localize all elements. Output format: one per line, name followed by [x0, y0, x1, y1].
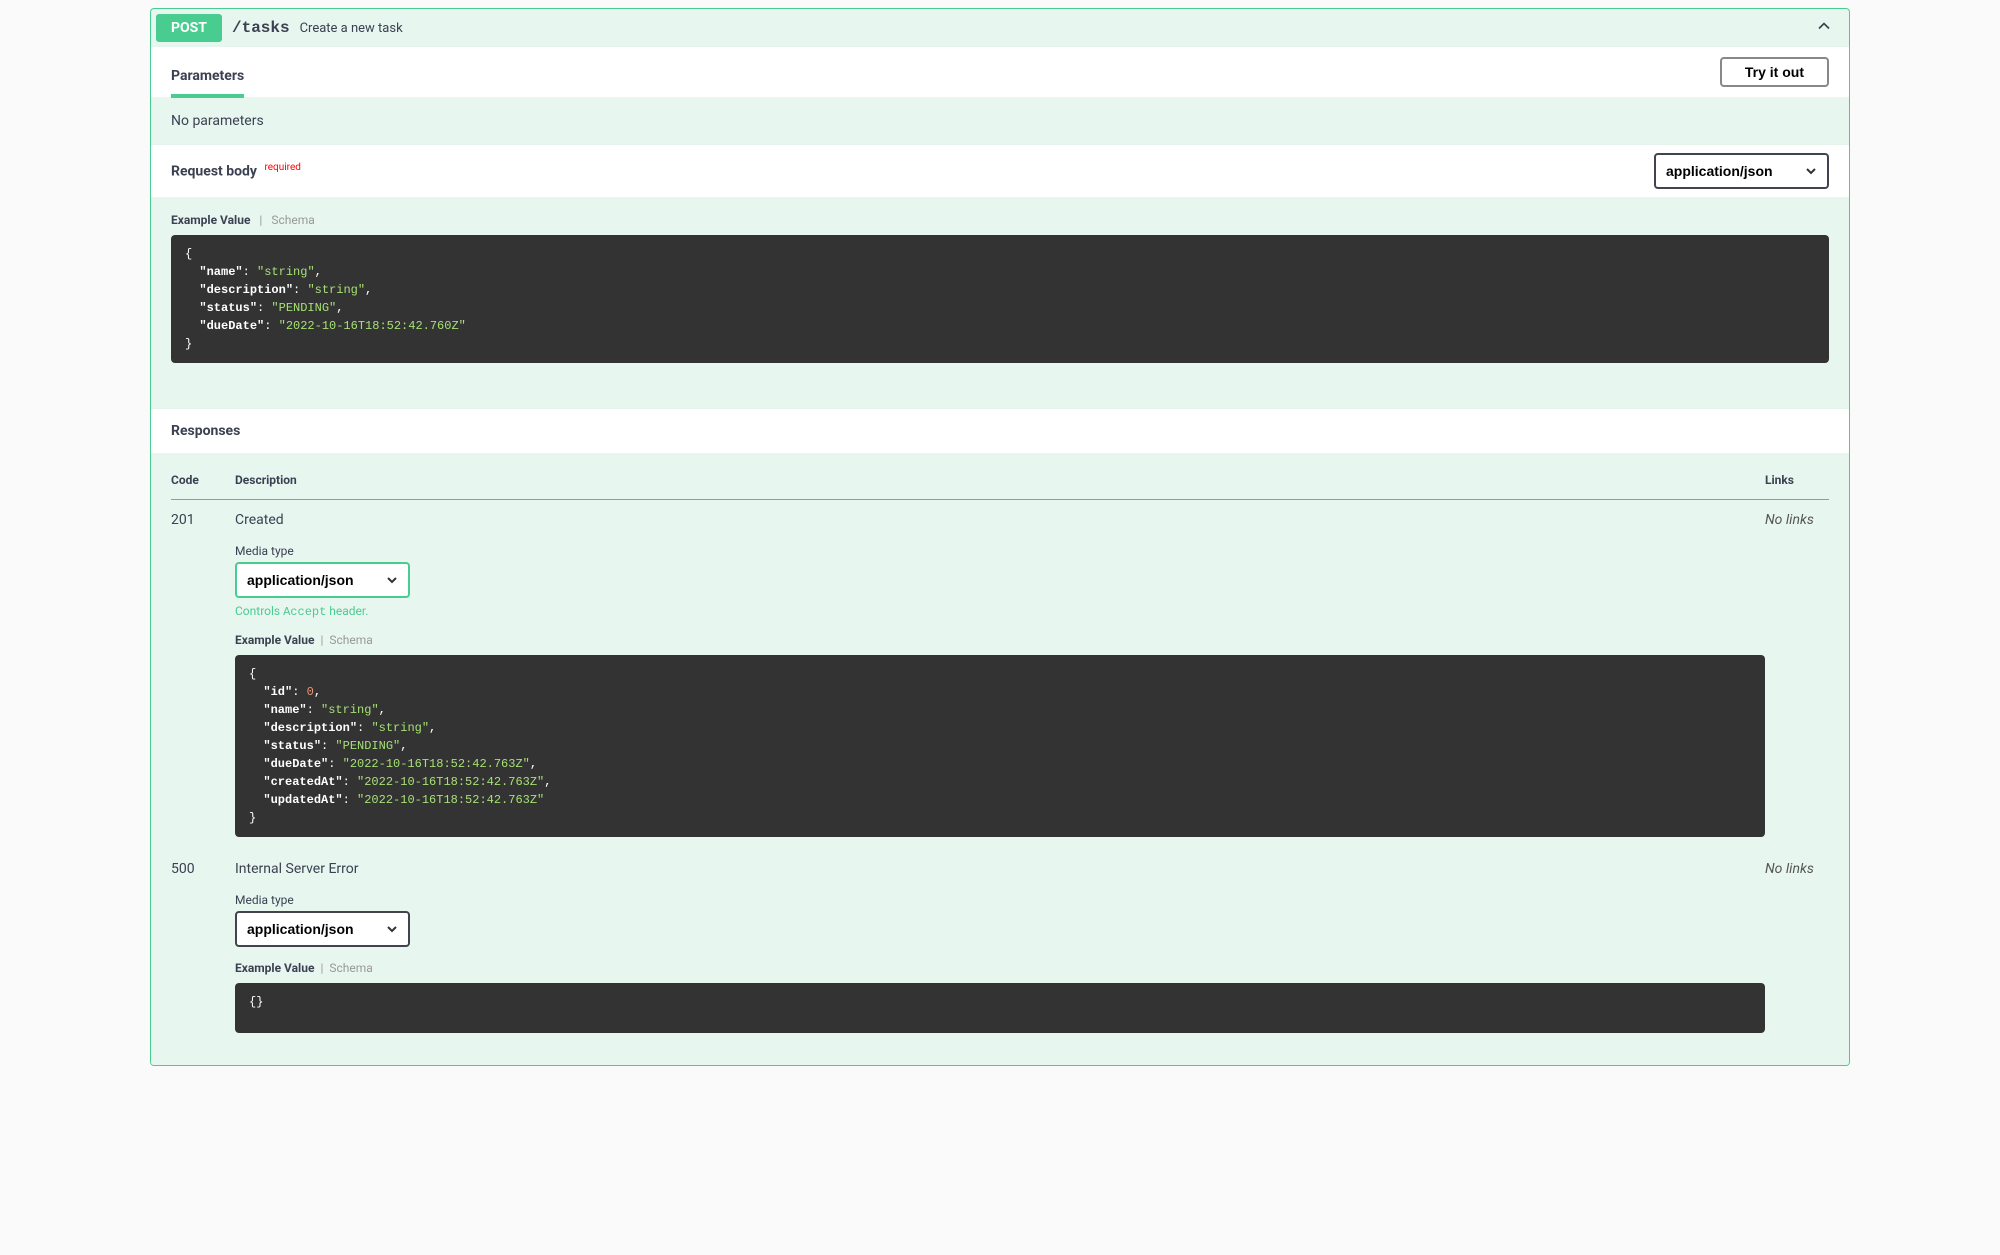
responses-panel: Code Description Links 201Created Media t… [151, 453, 1849, 1065]
no-parameters-message: No parameters [151, 97, 1849, 145]
request-body-header: Request body required application/json [151, 145, 1849, 197]
operation-summary[interactable]: POST /tasks Create a new task [151, 9, 1849, 47]
controls-accept-note: Controls Accept header. [235, 604, 1765, 619]
try-it-out-button[interactable]: Try it out [1720, 57, 1829, 87]
media-type-label: Media type [235, 893, 1765, 907]
tab-schema[interactable]: Schema [329, 633, 372, 647]
response-description: Created [235, 512, 1765, 528]
operation-block: POST /tasks Create a new task Parameters… [150, 8, 1850, 1066]
operation-description: Create a new task [300, 21, 1804, 36]
col-description-header: Description [235, 473, 1765, 500]
media-type-label: Media type [235, 544, 1765, 558]
required-label: required [264, 162, 300, 173]
operation-path: /tasks [222, 19, 300, 37]
operation-body: Parameters Try it out No parameters Requ… [151, 47, 1849, 1065]
method-badge: POST [156, 14, 222, 42]
responses-table: Code Description Links 201Created Media t… [171, 473, 1829, 1045]
chevron-up-icon[interactable] [1804, 16, 1844, 40]
response-tabs: Example Value|Schema [235, 961, 1765, 975]
request-content-type-select[interactable]: application/json [1654, 153, 1829, 189]
tab-example-value[interactable]: Example Value [235, 961, 314, 975]
response-row: 201Created Media type application/json Cont… [171, 500, 1829, 850]
response-description-cell: Internal Server Error Media type applicati… [235, 849, 1765, 1045]
tab-schema[interactable]: Schema [329, 961, 372, 975]
parameters-tab[interactable]: Parameters [171, 58, 244, 98]
response-content-type-select[interactable]: application/json [235, 562, 410, 598]
response-example: { "id": 0, "name": "string", "descriptio… [235, 655, 1765, 837]
response-example: {} [235, 983, 1765, 1033]
response-links: No links [1765, 500, 1829, 850]
tab-schema[interactable]: Schema [271, 213, 314, 227]
request-body-panel: Example Value | Schema { "name": "string… [151, 197, 1849, 409]
tab-example-value[interactable]: Example Value [235, 633, 314, 647]
request-body-example: { "name": "string", "description": "stri… [171, 235, 1829, 363]
col-code-header: Code [171, 473, 235, 500]
response-row: 500Internal Server Error Media type applic… [171, 849, 1829, 1045]
response-code: 201 [171, 500, 235, 850]
response-content-type-select[interactable]: application/json [235, 911, 410, 947]
response-description-cell: Created Media type application/json Control… [235, 500, 1765, 850]
responses-header: Responses [151, 409, 1849, 453]
response-links: No links [1765, 849, 1829, 1045]
response-tabs: Example Value|Schema [235, 633, 1765, 647]
col-links-header: Links [1765, 473, 1829, 500]
tab-example-value[interactable]: Example Value [171, 213, 250, 227]
response-description: Internal Server Error [235, 861, 1765, 877]
response-code: 500 [171, 849, 235, 1045]
parameters-header: Parameters Try it out [151, 47, 1849, 97]
request-body-title: Request body [171, 164, 257, 180]
request-body-tabs: Example Value | Schema [171, 213, 1829, 227]
